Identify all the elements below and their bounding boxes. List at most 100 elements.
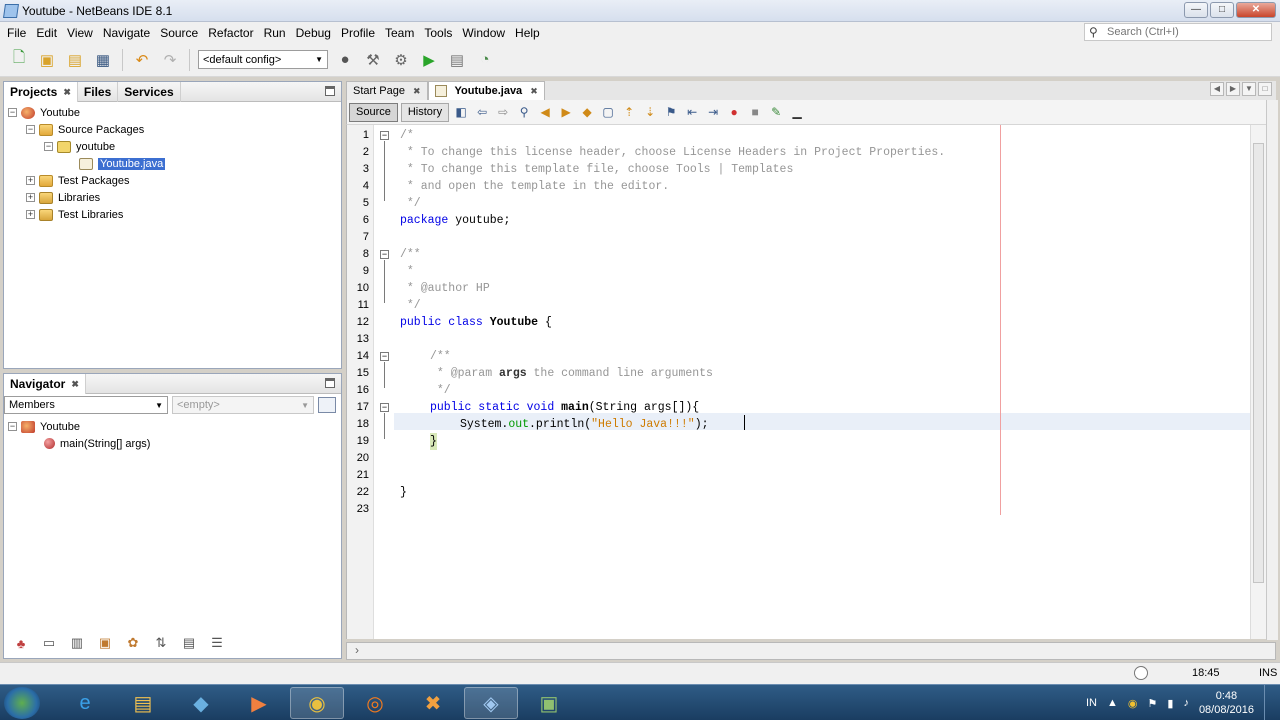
tree-node-test-packages[interactable]: + Test Packages <box>4 172 341 189</box>
clean-build-icon[interactable]: ⚙ <box>390 49 412 71</box>
inherited-members-icon[interactable]: ♣ <box>10 632 32 654</box>
menu-profile[interactable]: Profile <box>336 26 380 40</box>
menu-tools[interactable]: Tools <box>419 26 457 40</box>
new-project-icon[interactable]: ▣ <box>36 49 58 71</box>
expand-icon[interactable]: + <box>26 176 35 185</box>
clock[interactable]: 0:48 08/08/2016 <box>1199 689 1254 717</box>
chrome-icon[interactable]: ◉ <box>290 687 344 719</box>
comment-icon[interactable]: ✎ <box>767 103 785 121</box>
save-all-icon[interactable]: ▦ <box>92 49 114 71</box>
tree-node-source-packages[interactable]: − Source Packages <box>4 121 341 138</box>
filter-options-icon[interactable] <box>318 397 336 413</box>
menu-file[interactable]: File <box>2 26 31 40</box>
close-icon[interactable]: ✖ <box>71 374 79 394</box>
close-icon[interactable]: ✖ <box>530 86 538 97</box>
collapse-icon[interactable]: − <box>44 142 53 151</box>
media-app-icon[interactable]: ◆ <box>174 687 228 719</box>
menu-window[interactable]: Window <box>457 26 510 40</box>
menu-view[interactable]: View <box>62 26 98 40</box>
minimize-panel-button[interactable] <box>325 86 335 96</box>
minimize-button[interactable]: — <box>1184 2 1208 18</box>
find-next-icon[interactable]: ▶ <box>557 103 575 121</box>
menu-run[interactable]: Run <box>259 26 291 40</box>
internet-explorer-icon[interactable]: e <box>58 687 112 719</box>
toggle-bookmark-icon[interactable]: ⚑ <box>662 103 680 121</box>
tab-navigator[interactable]: Navigator ✖ <box>4 373 86 394</box>
close-icon[interactable]: ✖ <box>413 86 421 97</box>
toggle-highlight-icon[interactable]: ◆ <box>578 103 596 121</box>
members-select[interactable]: Members ▼ <box>4 396 168 414</box>
camtasia-icon[interactable]: ▣ <box>522 687 576 719</box>
forward-icon[interactable]: ⇨ <box>494 103 512 121</box>
expand-icon[interactable]: + <box>26 193 35 202</box>
collapse-icon[interactable]: − <box>8 108 17 117</box>
config-select[interactable]: <default config> ▼ <box>198 50 328 69</box>
xampp-icon[interactable]: ✖ <box>406 687 460 719</box>
show-static-icon[interactable]: ▥ <box>66 632 88 654</box>
show-inner-classes-icon[interactable]: ✿ <box>122 632 144 654</box>
maximize-window-icon[interactable]: □ <box>1258 82 1272 96</box>
stop-macro-icon[interactable]: ■ <box>746 103 764 121</box>
expand-icon[interactable]: + <box>26 210 35 219</box>
maximize-button[interactable]: □ <box>1210 2 1234 18</box>
notifications-icon[interactable] <box>1134 666 1148 680</box>
file-explorer-icon[interactable]: ▤ <box>116 687 170 719</box>
volume-icon[interactable]: ♪ <box>1183 697 1189 709</box>
show-fields-icon[interactable]: ▭ <box>38 632 60 654</box>
close-icon[interactable]: ✖ <box>63 82 71 102</box>
media-player-icon[interactable]: ▶ <box>232 687 286 719</box>
netbeans-taskbar-icon[interactable]: ◈ <box>464 687 518 719</box>
collapse-icon[interactable]: − <box>8 422 17 431</box>
nav-node-class[interactable]: − Youtube <box>4 418 341 435</box>
fold-toggle-icon[interactable]: − <box>380 403 389 412</box>
flag-icon[interactable]: ⚑ <box>1148 697 1158 710</box>
history-button[interactable]: History <box>400 102 450 122</box>
firefox-icon[interactable]: ◎ <box>348 687 402 719</box>
previous-bookmark-icon[interactable]: ⇡ <box>620 103 638 121</box>
menu-edit[interactable]: Edit <box>31 26 62 40</box>
language-indicator[interactable]: IN <box>1086 697 1097 709</box>
sort-by-name-icon[interactable]: ⇅ <box>150 632 172 654</box>
tab-files[interactable]: Files <box>78 81 119 102</box>
tree-node-project[interactable]: − Youtube <box>4 104 341 121</box>
menu-help[interactable]: Help <box>510 26 545 40</box>
profile-icon[interactable]: ◔ <box>474 49 496 71</box>
shift-right-icon[interactable]: ⇥ <box>704 103 722 121</box>
redo-icon[interactable]: ↷ <box>159 49 181 71</box>
fold-toggle-icon[interactable]: − <box>380 352 389 361</box>
vertical-scrollbar[interactable] <box>1250 125 1266 639</box>
menu-debug[interactable]: Debug <box>291 26 336 40</box>
source-button[interactable]: Source <box>349 102 398 122</box>
next-bookmark-icon[interactable]: ⇣ <box>641 103 659 121</box>
network-icon[interactable]: ▮ <box>1167 697 1173 710</box>
show-opened-documents-icon[interactable]: ▼ <box>1242 82 1256 96</box>
fold-toggle-icon[interactable]: − <box>380 250 389 259</box>
code-editor[interactable]: /* * To change this license header, choo… <box>394 125 1250 639</box>
menu-source[interactable]: Source <box>155 26 203 40</box>
show-non-public-icon[interactable]: ▣ <box>94 632 116 654</box>
open-project-icon[interactable]: ▤ <box>64 49 86 71</box>
tray-app-icon[interactable]: ◉ <box>1128 697 1138 710</box>
scrollbar-thumb[interactable] <box>1253 143 1264 583</box>
tray-arrow-icon[interactable]: ▲ <box>1107 697 1118 709</box>
debug-icon[interactable]: ▤ <box>446 49 468 71</box>
close-button[interactable]: ✕ <box>1236 2 1276 18</box>
search-box[interactable]: ⚲ <box>1084 23 1272 41</box>
breadcrumb-arrow-icon[interactable]: › <box>355 643 359 657</box>
find-icon[interactable]: ⚲ <box>515 103 533 121</box>
build-icon[interactable]: ⚒ <box>362 49 384 71</box>
menu-team[interactable]: Team <box>380 26 419 40</box>
javadoc-icon[interactable]: ☰ <box>206 632 228 654</box>
minimize-panel-button[interactable] <box>325 378 335 388</box>
tree-node-package[interactable]: − youtube <box>4 138 341 155</box>
fold-toggle-icon[interactable]: − <box>380 131 389 140</box>
scroll-left-icon[interactable]: ◀ <box>1210 82 1224 96</box>
filter-select[interactable]: <empty> ▼ <box>172 396 314 414</box>
scroll-right-icon[interactable]: ▶ <box>1226 82 1240 96</box>
last-edit-icon[interactable]: ◧ <box>452 103 470 121</box>
find-previous-icon[interactable]: ◀ <box>536 103 554 121</box>
nav-node-method[interactable]: main(String[] args) <box>4 435 341 452</box>
tree-node-test-libraries[interactable]: + Test Libraries <box>4 206 341 223</box>
back-icon[interactable]: ⇦ <box>473 103 491 121</box>
show-desktop-button[interactable] <box>1264 685 1274 720</box>
